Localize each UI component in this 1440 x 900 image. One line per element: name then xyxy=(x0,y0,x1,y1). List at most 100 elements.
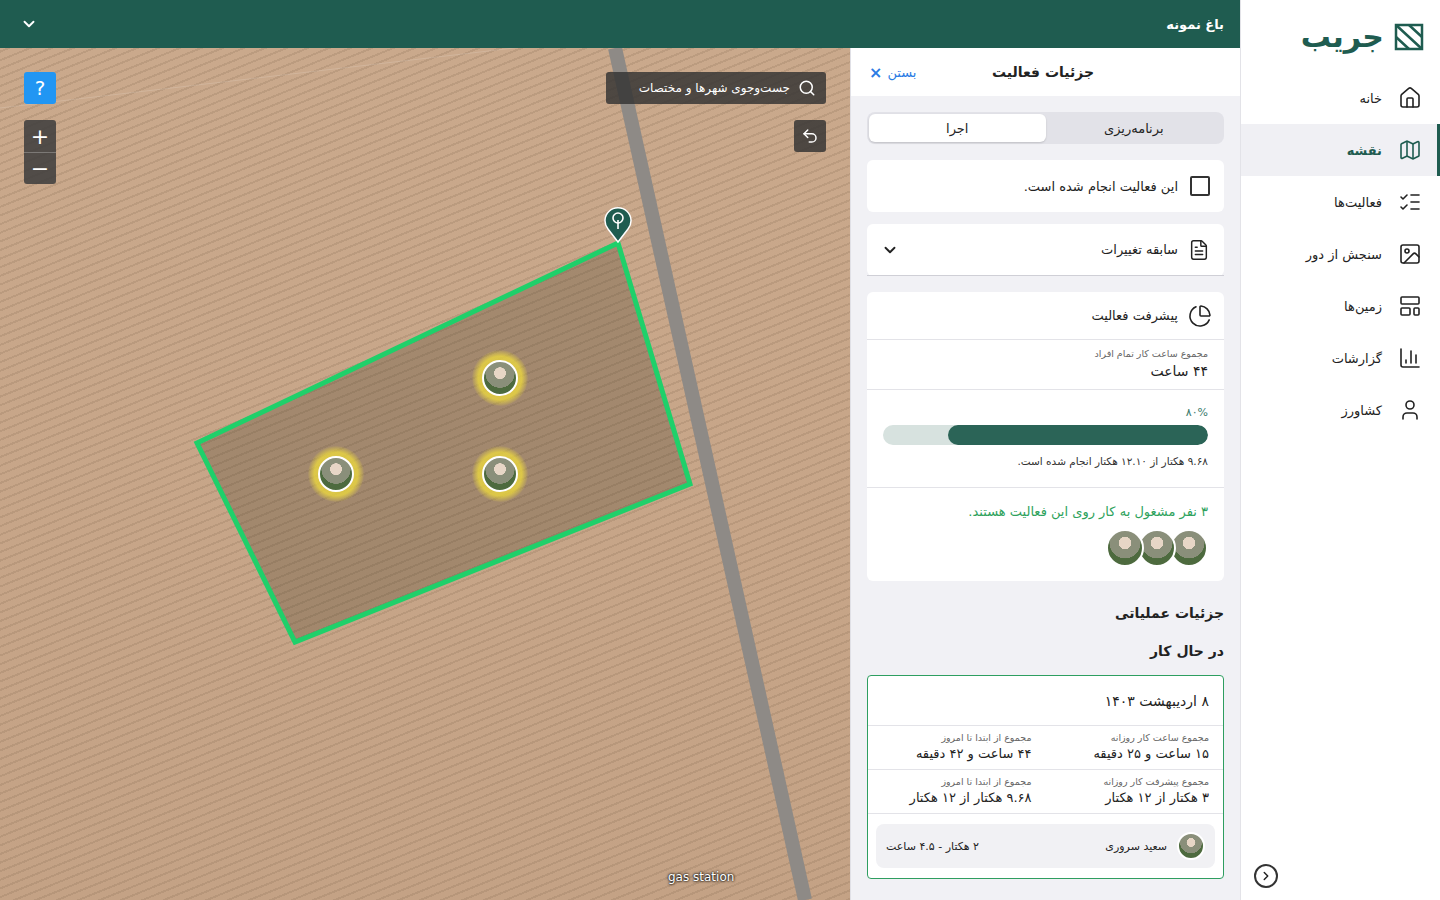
hours-label: مجموع ساعت کار تمام افراد xyxy=(883,348,1208,359)
progress-section: ۸۰% ۹.۶۸ هکتار از ۱۲.۱۰ هکتار انجام شده ا… xyxy=(867,390,1224,488)
operations-status: در حال کار xyxy=(867,643,1224,659)
help-button[interactable]: ? xyxy=(24,72,56,104)
worker-pin[interactable] xyxy=(308,446,364,502)
mode-tab[interactable]: اجرا xyxy=(869,114,1046,142)
sidebar-item[interactable]: نقشه xyxy=(1241,124,1440,176)
progress-card: پیشرفت فعالیتمجموع ساعت کار تمام افراد۴۴… xyxy=(867,292,1224,581)
operations-title: جزئیات عملیاتی xyxy=(867,605,1224,621)
zoom-out-button[interactable]: − xyxy=(24,152,56,184)
mode-tab[interactable]: برنامه‌ریزی xyxy=(1046,114,1223,142)
close-label: بستن xyxy=(887,65,916,80)
undo-icon xyxy=(801,127,819,145)
activity-panel: جزئیات فعالیت بستن × برنامه‌ریزیاجرا این فعا… xyxy=(850,48,1240,900)
logo[interactable]: جریب xyxy=(1241,0,1440,72)
stat-label: مجموع از ابتدا تا امروز xyxy=(882,776,1032,787)
sidebar-item-label: خانه xyxy=(1359,91,1382,106)
panel-body: برنامه‌ریزیاجرا این فعالیت انجام شده است.… xyxy=(851,96,1240,879)
done-checkbox-row[interactable]: این فعالیت انجام شده است. xyxy=(867,160,1224,212)
panel-header: جزئیات فعالیت بستن × xyxy=(851,48,1240,96)
chevron-down-icon[interactable] xyxy=(20,15,38,33)
worker-pin-glow xyxy=(308,446,364,502)
done-checkbox[interactable] xyxy=(1190,176,1210,196)
day-date: ۸ اردیبهشت ۱۴۰۳ xyxy=(868,676,1223,726)
field-boundary[interactable] xyxy=(197,243,690,642)
worker-avatar xyxy=(318,456,354,492)
panel-title: جزئیات فعالیت xyxy=(992,64,1094,80)
worker-avatar xyxy=(482,456,518,492)
main: باغ نمونه جزئیات فعالیت بستن × برنامه‌ریزیاج… xyxy=(0,0,1240,900)
stat-cell: مجموع از ابتدا تا امروز ۹.۶۸ هکتار از ۱۲ … xyxy=(868,770,1046,814)
done-card: این فعالیت انجام شده است. xyxy=(867,160,1224,212)
worker-pin[interactable] xyxy=(472,350,528,406)
stat-value: ۳ هکتار از ۱۲ هکتار xyxy=(1060,790,1210,805)
sidebar-item-label: نقشه xyxy=(1347,143,1382,158)
worker-pin-glow xyxy=(472,446,528,502)
worker-pin[interactable] xyxy=(472,446,528,502)
layout-icon xyxy=(1398,294,1422,318)
workers-section: ۳ نفر مشغول به کار روی این فعالیت هستند. xyxy=(867,488,1224,581)
hours-section: مجموع ساعت کار تمام افراد ۴۴ ساعت xyxy=(867,340,1224,390)
map-search[interactable]: جست‌وجوی شهرها و مختصات xyxy=(606,72,826,104)
progress-percent: ۸۰% xyxy=(883,406,1208,419)
worker-summary: ۲ هکتار - ۴.۵ ساعت xyxy=(886,840,979,853)
worker-avatar[interactable] xyxy=(1106,529,1144,567)
sidebar-item[interactable]: کشاورز xyxy=(1241,384,1440,436)
stat-cell: مجموع پیشرفت کار روزانه ۳ هکتار از ۱۲ هکت… xyxy=(1046,770,1224,814)
chevron-down-icon xyxy=(881,241,899,259)
document-icon xyxy=(1188,239,1210,261)
sidebar-item-label: سنجش از دور xyxy=(1306,247,1382,262)
mode-tabs: برنامه‌ریزیاجرا xyxy=(867,112,1224,144)
map[interactable]: gas station جست‌وجوی شهرها و مختصات? +− xyxy=(0,48,850,900)
tree-pin-icon[interactable] xyxy=(603,205,633,243)
farm-title: باغ نمونه xyxy=(1166,17,1224,32)
worker-pin-glow xyxy=(472,350,528,406)
close-glyph: × xyxy=(869,63,882,82)
sidebar-item-label: کشاورز xyxy=(1341,403,1382,418)
sidebar-item[interactable]: فعالیت‌ها xyxy=(1241,176,1440,228)
close-button[interactable]: بستن × xyxy=(865,59,920,86)
sidebar-item[interactable]: زمین‌ها xyxy=(1241,280,1440,332)
logo-text: جریب xyxy=(1301,19,1384,54)
stat-value: ۹.۶۸ هکتار از ۱۲ هکتار xyxy=(882,790,1032,805)
sidebar-item[interactable]: گزارشات xyxy=(1241,332,1440,384)
stat-label: مجموع از ابتدا تا امروز xyxy=(882,732,1032,743)
map-label: gas station xyxy=(668,870,734,884)
chevron-right-icon xyxy=(1259,869,1273,883)
progress-area-text: ۹.۶۸ هکتار از ۱۲.۱۰ هکتار انجام شده است. xyxy=(883,455,1208,467)
history-card: سابقه تغییرات xyxy=(867,224,1224,276)
map-icon xyxy=(1398,138,1422,162)
logo-icon xyxy=(1392,19,1426,53)
history-accordion[interactable]: سابقه تغییرات xyxy=(867,224,1224,276)
nav-list: خانه نقشه فعالیت‌ها سنجش از دور زمین‌ها گزارش… xyxy=(1241,72,1440,436)
home-icon xyxy=(1398,86,1422,110)
pie-chart-icon xyxy=(1188,304,1212,328)
stat-cell: مجموع از ابتدا تا امروز ۴۴ ساعت و ۴۲ دقیق… xyxy=(868,726,1046,770)
sidebar-item[interactable]: خانه xyxy=(1241,72,1440,124)
collapse-button[interactable] xyxy=(1254,864,1278,888)
done-label: این فعالیت انجام شده است. xyxy=(1024,179,1178,194)
map-drawing xyxy=(0,48,850,900)
stat-label: مجموع پیشرفت کار روزانه xyxy=(1060,776,1210,787)
history-label: سابقه تغییرات xyxy=(1101,242,1178,257)
top-bar: باغ نمونه xyxy=(0,0,1240,48)
hours-value: ۴۴ ساعت xyxy=(883,363,1208,379)
user-icon xyxy=(1398,398,1422,422)
sidebar: جریب خانه نقشه فعالیت‌ها سنجش از دور زمین‌ها گ… xyxy=(1240,0,1440,900)
back-button[interactable] xyxy=(794,120,826,152)
zoom-in-button[interactable]: + xyxy=(24,120,56,152)
worker-name: سعید سروری xyxy=(1105,840,1167,853)
stat-cell: مجموع ساعت کار روزانه۱۵ ساعت و ۲۵ دقیقه xyxy=(1046,726,1224,770)
sidebar-item-label: فعالیت‌ها xyxy=(1334,195,1382,210)
search-placeholder: جست‌وجوی شهرها و مختصات xyxy=(639,81,790,95)
tree-pin[interactable] xyxy=(603,205,633,247)
progress-fill xyxy=(948,425,1208,445)
search-icon xyxy=(798,79,816,97)
stat-label: مجموع ساعت کار روزانه xyxy=(1060,732,1210,743)
activities-icon xyxy=(1398,190,1422,214)
sidebar-item[interactable]: سنجش از دور xyxy=(1241,228,1440,280)
worker-avatar xyxy=(1177,832,1205,860)
day-card: ۸ اردیبهشت ۱۴۰۳مجموع ساعت کار روزانه۱۵ س… xyxy=(867,675,1224,879)
sidebar-item-label: گزارشات xyxy=(1332,351,1382,366)
worker-row[interactable]: سعید سروری ۲ هکتار - ۴.۵ ساعت xyxy=(876,824,1215,868)
stat-value: ۴۴ ساعت و ۴۲ دقیقه xyxy=(882,746,1032,761)
